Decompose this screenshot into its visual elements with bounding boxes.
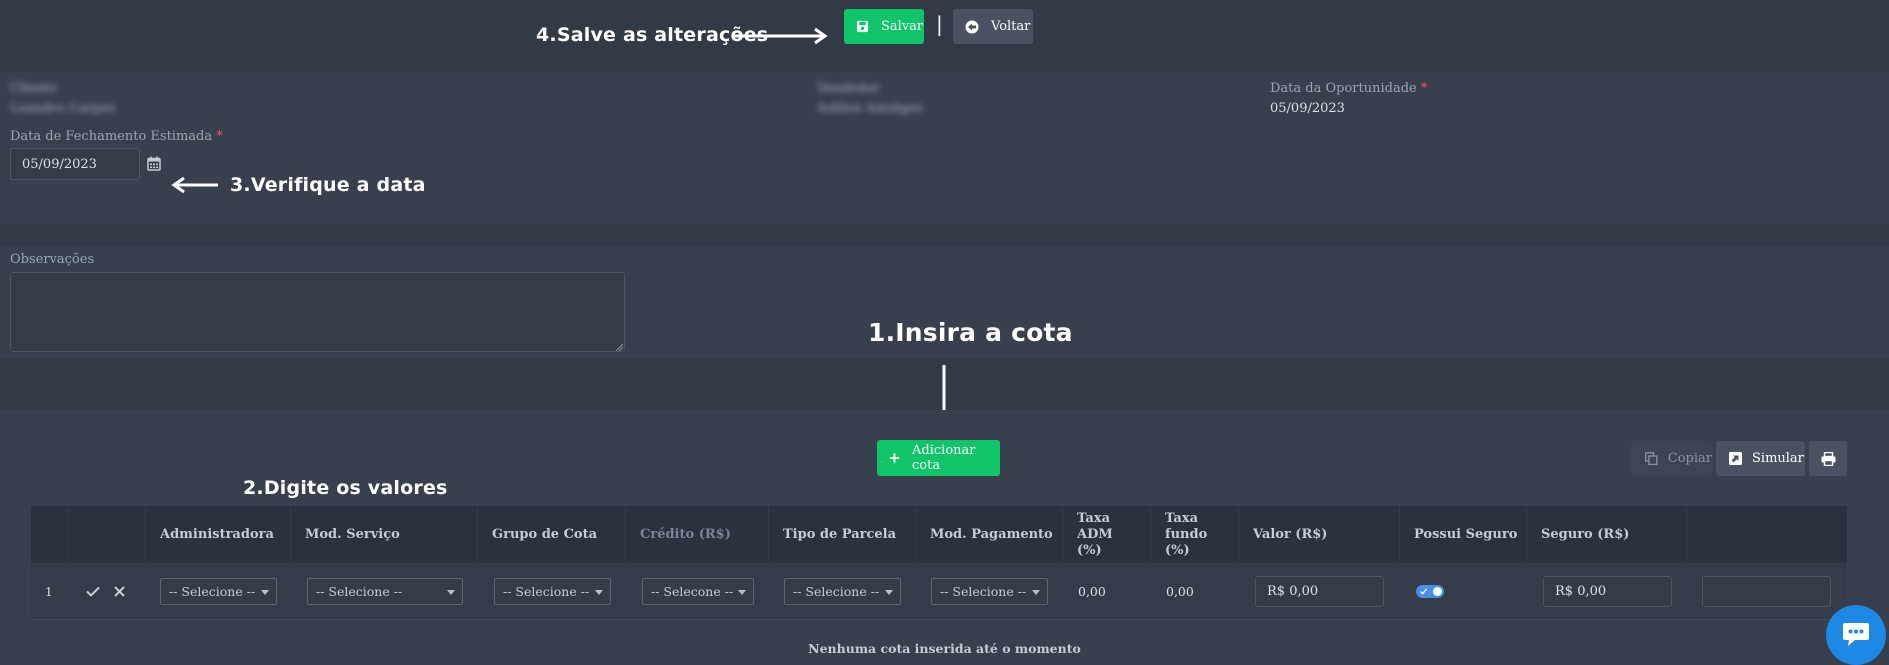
- row-index: 1: [45, 585, 53, 599]
- toolbar-separator: |: [936, 12, 943, 36]
- chat-bubble-icon: [1843, 623, 1869, 646]
- observacoes-label: Observações: [10, 252, 95, 267]
- add-cota-label: Adicionar cota: [912, 443, 976, 473]
- seguro-input[interactable]: R$ 0,00: [1543, 576, 1672, 607]
- table-header: Administradora Mod. Serviço Grupo de Cot…: [31, 506, 1847, 563]
- col-taxa-adm: Taxa ADM (%): [1063, 506, 1151, 563]
- data-fechamento-label: Data de Fechamento Estimada *: [10, 129, 223, 144]
- col-valor: Valor (R$): [1239, 506, 1400, 563]
- resize-handle-icon[interactable]: [616, 344, 623, 351]
- col-credito: Crédito (R$): [626, 506, 769, 563]
- col-mod-pagamento: Mod. Pagamento: [916, 506, 1063, 563]
- info-panel: [0, 72, 1889, 224]
- taxa-fundo-value: 0,00: [1166, 584, 1194, 599]
- administradora-select[interactable]: -- Selecione --: [160, 578, 277, 605]
- col-mod-servico: Mod. Serviço: [291, 506, 478, 563]
- mod-servico-select[interactable]: -- Selecione --: [307, 578, 463, 605]
- check-icon[interactable]: [86, 586, 100, 597]
- col-seguro: Seguro (R$): [1527, 506, 1687, 563]
- back-button[interactable]: Voltar: [953, 9, 1033, 44]
- close-icon[interactable]: [114, 586, 125, 597]
- valor-input[interactable]: R$ 0,00: [1255, 576, 1384, 607]
- empty-message: Nenhuma cota inserida até o momento: [808, 641, 1081, 656]
- copy-button[interactable]: Copiar: [1631, 441, 1712, 476]
- arrow-left-circle-icon: [965, 20, 979, 33]
- vendedor-label: Vendedor: [817, 81, 880, 96]
- possui-seguro-toggle[interactable]: [1416, 585, 1444, 598]
- data-oportunidade-label: Data da Oportunidade *: [1270, 81, 1428, 96]
- col-taxa-fundo: Taxa fundo (%): [1151, 506, 1239, 563]
- data-oportunidade-value: 05/09/2023: [1270, 101, 1345, 116]
- annotation-step2: 2.Digite os valores: [243, 477, 448, 499]
- col-possui-seguro: Possui Seguro: [1400, 506, 1527, 563]
- copy-label: Copiar: [1667, 451, 1712, 466]
- vendedor-value: Ashlen Amidges: [817, 101, 923, 116]
- table-row: 1 -- Selecione -- -- Selecione -- -- Sel…: [31, 563, 1847, 620]
- annotation-step3: 3.Verifique a data: [230, 174, 426, 196]
- calendar-icon[interactable]: [147, 156, 161, 171]
- arrow-left-icon: [171, 176, 218, 194]
- col-index: [31, 506, 69, 563]
- printer-icon: [1821, 451, 1835, 466]
- back-button-label: Voltar: [991, 19, 1031, 34]
- simulate-button[interactable]: Simular: [1716, 441, 1805, 476]
- tipo-parcela-select[interactable]: -- Selecione --: [784, 578, 901, 605]
- save-button[interactable]: Salvar: [844, 9, 924, 44]
- extra-input[interactable]: [1702, 576, 1831, 607]
- simulate-label: Simular: [1752, 451, 1804, 466]
- floppy-icon: [856, 20, 869, 33]
- copy-icon: [1645, 452, 1658, 465]
- save-button-label: Salvar: [881, 19, 924, 34]
- print-button[interactable]: [1809, 441, 1847, 476]
- annotation-step1: 1.Insira a cota: [868, 318, 1073, 347]
- grupo-cota-select[interactable]: -- Selecione --: [494, 578, 611, 605]
- col-administradora: Administradora: [146, 506, 291, 563]
- chat-button[interactable]: [1826, 605, 1886, 665]
- col-actions: [69, 506, 146, 563]
- cliente-label: Cliente: [10, 81, 58, 96]
- cliente-value: Leandro Carpes: [10, 101, 116, 116]
- arrow-right-icon: [735, 27, 828, 45]
- plus-icon: [889, 453, 900, 463]
- taxa-adm-value: 0,00: [1078, 584, 1106, 599]
- mod-pagamento-select[interactable]: -- Selecione --: [931, 578, 1048, 605]
- toggle-check-icon: [1420, 588, 1427, 595]
- credito-select[interactable]: -- Selecone --: [642, 578, 754, 605]
- col-tipo-parcela: Tipo de Parcela: [769, 506, 916, 563]
- observacoes-textarea[interactable]: [10, 272, 625, 352]
- external-link-square-icon: [1729, 452, 1742, 465]
- data-fechamento-input[interactable]: 05/09/2023: [10, 148, 140, 180]
- toggle-knob: [1433, 587, 1442, 596]
- add-cota-button[interactable]: Adicionar cota: [877, 440, 1000, 476]
- col-grupo-cota: Grupo de Cota: [478, 506, 626, 563]
